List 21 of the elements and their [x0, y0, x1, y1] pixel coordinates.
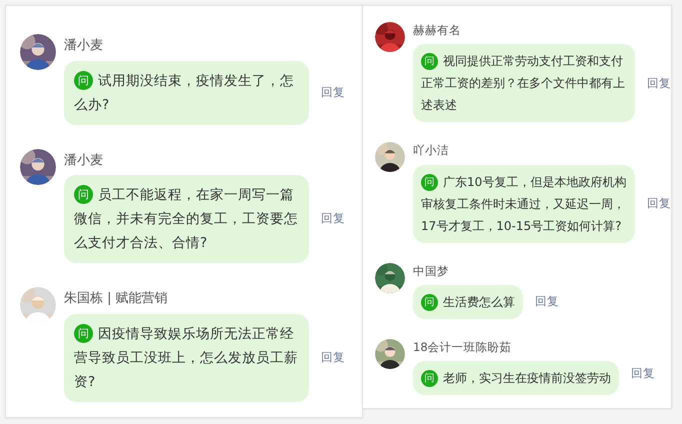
author-name: 潘小麦 — [64, 37, 104, 55]
author-name: 吖小洁 — [413, 142, 450, 160]
author-name: 18会计一班陈盼茹 — [413, 338, 513, 356]
reply-link[interactable]: 回复 — [631, 365, 655, 382]
reply-link[interactable]: 回复 — [647, 74, 671, 92]
author-name: 潘小麦 — [64, 152, 104, 170]
reply-link[interactable]: 回复 — [647, 194, 671, 212]
question-text: 问 老师，实习生在疫情前没签劳动 — [421, 367, 611, 389]
reply-link[interactable]: 回复 — [321, 84, 345, 102]
author-name: 中国梦 — [413, 262, 450, 280]
question-text: 问 因疫情导致娱乐场所无法正常经营导致员工没班上，怎么发放员工薪资? — [74, 322, 299, 392]
question-text: 问 试用期没结束，疫情发生了，怎么办? — [74, 70, 295, 114]
reply-link[interactable]: 回复 — [535, 293, 559, 310]
question-text: 问 员工不能返程，在家一周写一篇微信，并未有完全的复工，工资要怎么支付才合法、合情? — [74, 184, 299, 253]
question-text: 问 广东10号复工，但是本地政府机构审核复工条件时未通过，又延迟一周，17号才复工，10-15号工资如何计算? — [421, 172, 627, 234]
author-name: 朱国栋 | 赋能营销 — [64, 290, 169, 308]
question-text: 问 视同提供正常劳动支付工资和支付正常工资的差别？在多个文件中都有上述表述 — [421, 52, 626, 114]
author-name: 赫赫有名 — [413, 22, 462, 39]
reply-link[interactable]: 回复 — [321, 348, 345, 366]
reply-link[interactable]: 回复 — [321, 210, 345, 228]
question-text: 问 生活费怎么算 — [421, 290, 515, 313]
